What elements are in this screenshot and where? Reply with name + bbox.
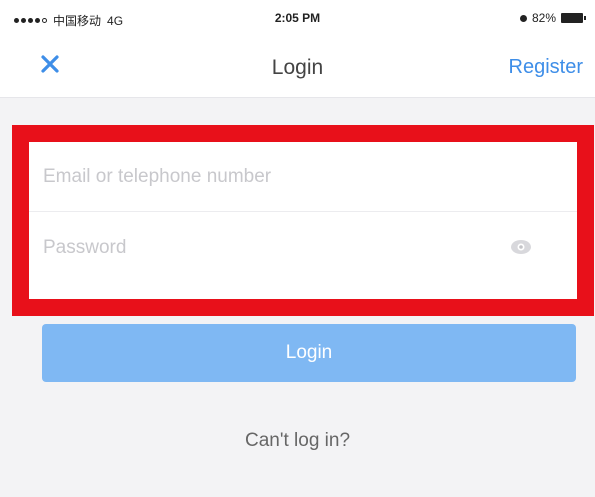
alarm-icon bbox=[519, 14, 527, 22]
register-link[interactable]: Register bbox=[509, 56, 583, 79]
battery-icon bbox=[561, 13, 586, 23]
page-title: Login bbox=[271, 56, 324, 79]
email-field[interactable] bbox=[43, 142, 483, 211]
cant-login-link[interactable]: Can't log in? bbox=[0, 430, 595, 452]
battery-percent: 82% bbox=[531, 11, 556, 25]
nav-bar: Login Register bbox=[0, 36, 595, 98]
status-bar: 中国移动 4G 2:05 PM 82% bbox=[0, 0, 595, 36]
status-time: 2:05 PM bbox=[274, 11, 321, 25]
password-row bbox=[29, 212, 577, 284]
password-field[interactable] bbox=[43, 212, 483, 284]
email-row bbox=[29, 142, 577, 212]
login-button[interactable]: Login bbox=[42, 324, 576, 382]
login-form-highlight bbox=[12, 125, 594, 316]
status-right: 82% bbox=[519, 11, 586, 25]
eye-icon[interactable] bbox=[509, 238, 533, 256]
